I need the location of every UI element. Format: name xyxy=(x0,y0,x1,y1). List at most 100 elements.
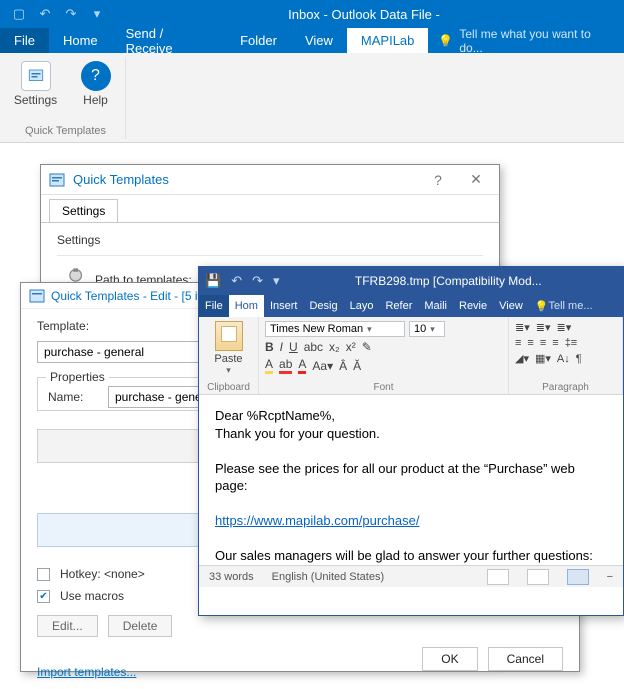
paragraph-title: Paragraph xyxy=(509,382,622,393)
qt-tab-strip: Settings xyxy=(41,195,499,223)
font-family-value: Times New Roman xyxy=(270,323,363,335)
wtab-tellme-label: Tell me... xyxy=(548,300,592,312)
cancel-button[interactable]: Cancel xyxy=(488,647,563,671)
settings-button[interactable]: Settings xyxy=(13,61,59,107)
subscript-button[interactable]: x₂ xyxy=(329,340,340,354)
strike-button[interactable]: abc xyxy=(304,340,323,354)
language-status[interactable]: English (United States) xyxy=(272,571,385,583)
hotkey-checkbox[interactable] xyxy=(37,568,50,581)
numbering-button[interactable]: ≣▾ xyxy=(536,321,551,334)
wtab-file[interactable]: File xyxy=(199,295,229,317)
tab-home[interactable]: Home xyxy=(49,28,112,53)
edit-title: Quick Templates - Edit - [5 it xyxy=(51,289,201,303)
edit-hotkey-button[interactable]: Edit... xyxy=(37,615,98,637)
outlook-ribbon: Settings ? Help Quick Templates xyxy=(0,53,624,143)
bold-button[interactable]: B xyxy=(265,340,274,354)
wtab-mailings[interactable]: Maili xyxy=(418,295,453,317)
web-layout-button[interactable] xyxy=(567,569,589,585)
paragraph-group: ≣▾ ≣▾ ≣▾ ≡ ≡ ≡ ≡ ‡≡ ◢▾ ▦▾ A↓ ¶ Paragraph xyxy=(509,317,623,394)
tab-file[interactable]: File xyxy=(0,28,49,53)
hotkey-label: Hotkey: <none> xyxy=(60,567,145,581)
settings-label: Settings xyxy=(14,93,57,107)
wtab-layout[interactable]: Layo xyxy=(344,295,380,317)
wtab-home[interactable]: Hom xyxy=(229,295,264,317)
qt-app-icon xyxy=(49,172,65,188)
tell-me-search[interactable]: 💡 Tell me what you want to do... xyxy=(428,28,624,53)
word-titlebar: 💾 ↶ ↷ ▾ TFRB298.tmp [Compatibility Mod..… xyxy=(199,267,623,295)
qt-close-button[interactable]: ✕ xyxy=(461,171,491,188)
align-right-button[interactable]: ≡ xyxy=(540,337,546,349)
wtab-insert[interactable]: Insert xyxy=(264,295,304,317)
doc-greeting: Dear %RcptName%, xyxy=(215,407,607,425)
font-group: Times New Roman▾ 10▾ B I U abc x₂ x² ✎ A… xyxy=(259,317,509,394)
font-size-value: 10 xyxy=(414,323,426,335)
align-left-button[interactable]: ≡ xyxy=(515,337,521,349)
zoom-out-button[interactable]: − xyxy=(607,571,613,583)
borders-button[interactable]: ▦▾ xyxy=(535,352,551,365)
justify-button[interactable]: ≡ xyxy=(552,337,558,349)
print-layout-button[interactable] xyxy=(527,569,549,585)
qat-save-icon[interactable]: ▢ xyxy=(6,1,32,27)
clear-format-icon[interactable]: ✎ xyxy=(362,340,372,354)
font-color2-button[interactable]: A xyxy=(298,357,306,374)
settings-icon xyxy=(21,61,51,91)
import-templates-link[interactable]: Import templates... xyxy=(37,665,136,679)
tab-folder[interactable]: Folder xyxy=(226,28,291,53)
change-case-button[interactable]: Aa▾ xyxy=(312,359,333,373)
wtab-review[interactable]: Revie xyxy=(453,295,493,317)
word-save-icon[interactable]: 💾 xyxy=(205,273,221,289)
shrink-font-button[interactable]: Ă xyxy=(353,359,361,373)
wtab-references[interactable]: Refer xyxy=(379,295,418,317)
word-redo-icon[interactable]: ↷ xyxy=(252,273,263,289)
qat-undo-icon[interactable]: ↶ xyxy=(32,1,58,27)
doc-link-purchase[interactable]: https://www.mapilab.com/purchase/ xyxy=(215,513,419,528)
grow-font-button[interactable]: Â xyxy=(339,359,347,373)
delete-button[interactable]: Delete xyxy=(108,615,173,637)
tab-send-receive[interactable]: Send / Receive xyxy=(112,28,226,53)
multilevel-button[interactable]: ≣▾ xyxy=(557,321,572,334)
wtab-view[interactable]: View xyxy=(493,295,529,317)
superscript-button[interactable]: x² xyxy=(346,340,356,354)
word-title: TFRB298.tmp [Compatibility Mod... xyxy=(280,274,617,288)
shading-button[interactable]: ◢▾ xyxy=(515,352,529,365)
qat-redo-icon[interactable]: ↷ xyxy=(58,1,84,27)
macros-checkbox[interactable]: ✔ xyxy=(37,590,50,603)
line-spacing-button[interactable]: ‡≡ xyxy=(565,337,578,349)
doc-line3: Our sales managers will be glad to answe… xyxy=(215,547,607,565)
word-statusbar: 33 words English (United States) − xyxy=(199,565,623,587)
paste-label[interactable]: Paste xyxy=(205,353,252,365)
word-ribbon: Paste ▾ Clipboard Times New Roman▾ 10▾ B… xyxy=(199,317,623,395)
highlight-button[interactable]: ab xyxy=(279,357,292,374)
clipboard-title: Clipboard xyxy=(199,382,258,393)
paste-icon[interactable] xyxy=(215,321,243,351)
qt-tab-settings[interactable]: Settings xyxy=(49,199,118,222)
underline-button[interactable]: U xyxy=(289,340,298,354)
wtab-design[interactable]: Desig xyxy=(303,295,343,317)
bulb-icon: 💡 xyxy=(438,34,453,48)
show-marks-button[interactable]: ¶ xyxy=(576,353,582,365)
qat-customize-icon[interactable]: ▾ xyxy=(84,1,110,27)
font-color-button[interactable]: A xyxy=(265,357,273,374)
word-undo-icon[interactable]: ↶ xyxy=(231,273,242,289)
read-mode-button[interactable] xyxy=(487,569,509,585)
italic-button[interactable]: I xyxy=(280,340,283,354)
word-editor-window: 💾 ↶ ↷ ▾ TFRB298.tmp [Compatibility Mod..… xyxy=(198,266,624,616)
template-select[interactable] xyxy=(37,341,207,363)
tab-view[interactable]: View xyxy=(291,28,347,53)
qt-titlebar: Quick Templates ? ✕ xyxy=(41,165,499,195)
wtab-tellme[interactable]: 💡 Tell me... xyxy=(529,295,599,317)
font-title: Font xyxy=(259,382,508,393)
ok-button[interactable]: OK xyxy=(422,647,477,671)
word-count[interactable]: 33 words xyxy=(209,571,254,583)
bullets-button[interactable]: ≣▾ xyxy=(515,321,530,334)
sort-button[interactable]: A↓ xyxy=(557,353,570,365)
doc-line2: Please see the prices for all our produc… xyxy=(215,460,607,495)
align-center-button[interactable]: ≡ xyxy=(527,337,533,349)
macros-label: Use macros xyxy=(60,589,124,603)
qt-help-button[interactable]: ? xyxy=(423,172,453,188)
document-body[interactable]: Dear %RcptName%, Thank you for your ques… xyxy=(199,395,623,565)
help-button[interactable]: ? Help xyxy=(73,61,119,107)
font-family-select[interactable]: Times New Roman▾ xyxy=(265,321,405,337)
tab-mapilab[interactable]: MAPILab xyxy=(347,28,428,53)
font-size-select[interactable]: 10▾ xyxy=(409,321,445,337)
